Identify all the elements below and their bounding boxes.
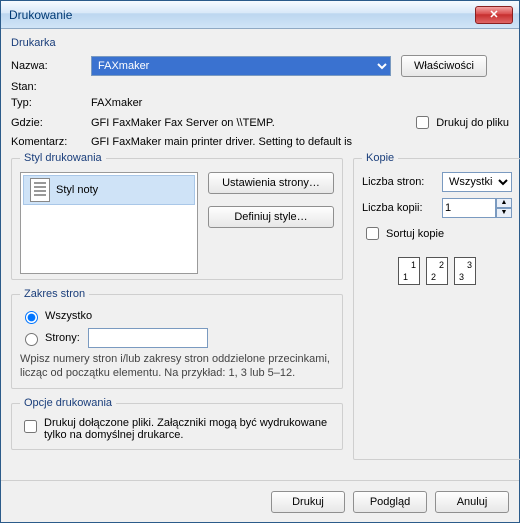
page-range-legend: Zakres stron — [20, 288, 89, 300]
page-icon: 22 — [426, 257, 448, 285]
print-attachments-label: Drukuj dołączone pliki. Załączniki mogą … — [44, 417, 334, 441]
status-label: Stan: — [11, 81, 91, 93]
dialog-body: Drukarka Nazwa: FAXmaker Właściwości Sta… — [1, 29, 519, 480]
range-hint: Wpisz numery stron i/lub zakresy stron o… — [20, 352, 334, 380]
range-all-input[interactable] — [25, 311, 38, 324]
print-options-group: Opcje drukowania Drukuj dołączone pliki.… — [11, 397, 343, 450]
copies-count-label: Liczba kopii: — [362, 202, 442, 214]
print-dialog: Drukowanie ✕ Drukarka Nazwa: FAXmaker Wł… — [0, 0, 520, 523]
range-all-label: Wszystko — [45, 310, 92, 322]
print-style-group: Styl drukowania Styl noty Ustawienia str… — [11, 152, 343, 280]
cancel-button[interactable]: Anuluj — [435, 491, 509, 513]
page-icon: 33 — [454, 257, 476, 285]
page-range-group: Zakres stron Wszystko Strony: Wpisz nume… — [11, 288, 343, 389]
copies-count-field[interactable] — [442, 198, 496, 218]
define-styles-button[interactable]: Definiuj style… — [208, 206, 334, 228]
properties-button[interactable]: Właściwości — [401, 55, 487, 77]
where-value: GFI FaxMaker Fax Server on \\TEMP. — [91, 117, 412, 129]
copies-spin-down[interactable]: ▼ — [496, 208, 512, 218]
type-label: Typ: — [11, 97, 91, 109]
copies-legend: Kopie — [362, 152, 398, 164]
close-icon: ✕ — [489, 8, 498, 21]
where-label: Gdzie: — [11, 117, 91, 129]
dialog-footer: Drukuj Podgląd Anuluj — [1, 480, 519, 522]
page-setup-button[interactable]: Ustawienia strony… — [208, 172, 334, 194]
collate-input[interactable] — [366, 227, 379, 240]
range-pages-label: Strony: — [45, 332, 80, 344]
page-icon: 11 — [398, 257, 420, 285]
print-to-file-input[interactable] — [416, 116, 429, 129]
collate-checkbox[interactable]: Sortuj kopie — [362, 224, 512, 243]
printer-legend: Drukarka — [11, 37, 509, 49]
titlebar: Drukowanie ✕ — [1, 1, 519, 29]
pages-count-label: Liczba stron: — [362, 176, 442, 188]
print-to-file-checkbox[interactable]: Drukuj do pliku — [412, 113, 509, 132]
print-style-legend: Styl drukowania — [20, 152, 106, 164]
document-icon — [30, 178, 50, 202]
style-list[interactable]: Styl noty — [20, 172, 198, 274]
copies-spin-up[interactable]: ▲ — [496, 198, 512, 208]
print-to-file-label: Drukuj do pliku — [436, 117, 509, 129]
print-attachments-input[interactable] — [24, 420, 37, 433]
copies-group: Kopie Liczba stron: Wszystkie Liczba kop… — [353, 152, 520, 460]
style-item-label: Styl noty — [56, 184, 98, 196]
close-button[interactable]: ✕ — [475, 6, 513, 24]
collate-label: Sortuj kopie — [386, 228, 444, 240]
collate-preview: 11 22 33 — [362, 257, 512, 285]
range-pages-input[interactable] — [25, 333, 38, 346]
name-label: Nazwa: — [11, 60, 91, 72]
type-value: FAXmaker — [91, 97, 142, 109]
print-attachments-checkbox[interactable]: Drukuj dołączone pliki. Załączniki mogą … — [20, 417, 334, 441]
printer-name-combo[interactable]: FAXmaker — [91, 56, 391, 76]
range-pages-field[interactable] — [88, 328, 208, 348]
style-item-note[interactable]: Styl noty — [23, 175, 195, 205]
pages-count-combo[interactable]: Wszystkie — [442, 172, 512, 192]
comment-value: GFI FaxMaker main printer driver. Settin… — [91, 136, 352, 148]
print-button[interactable]: Drukuj — [271, 491, 345, 513]
comment-label: Komentarz: — [11, 136, 91, 148]
range-all-radio[interactable]: Wszystko — [20, 308, 334, 324]
window-title: Drukowanie — [7, 8, 475, 22]
print-options-legend: Opcje drukowania — [20, 397, 116, 409]
printer-section: Drukarka Nazwa: FAXmaker Właściwości Sta… — [11, 37, 509, 148]
preview-button[interactable]: Podgląd — [353, 491, 427, 513]
range-pages-radio[interactable]: Strony: — [20, 328, 334, 348]
